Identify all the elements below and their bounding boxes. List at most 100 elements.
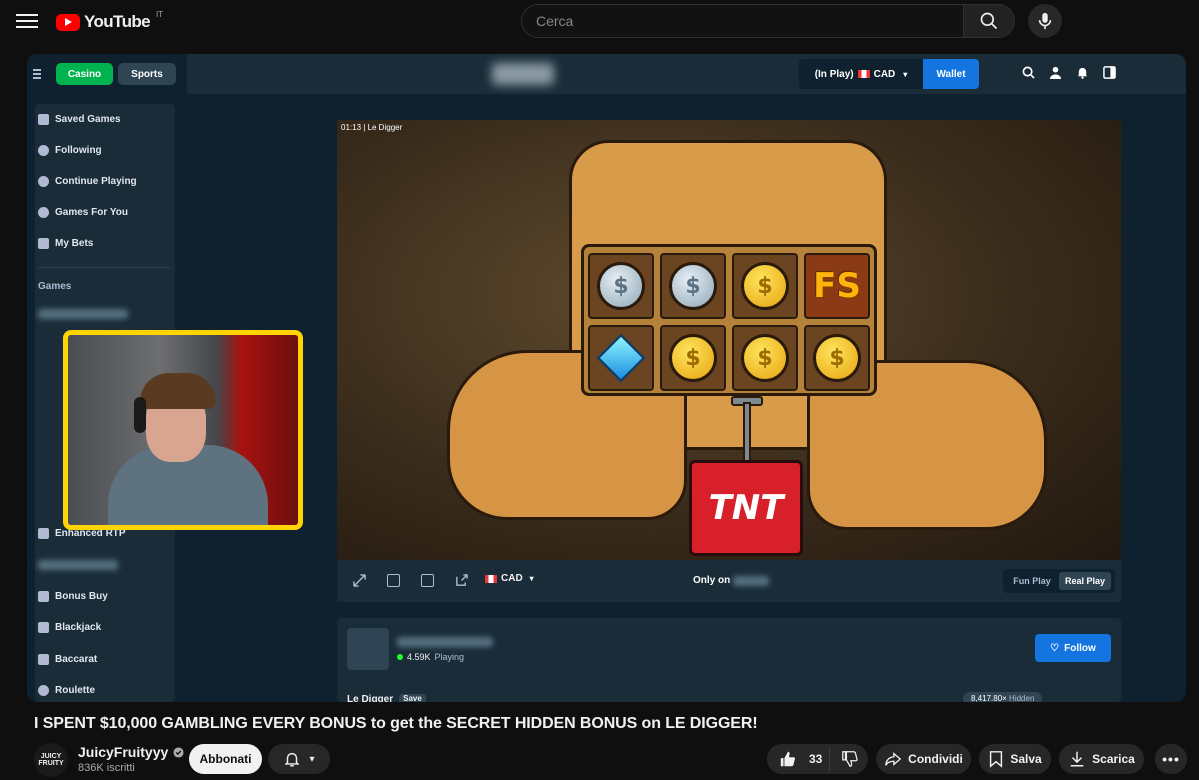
sidebar-item-games-for-you[interactable]: Games For You [38, 207, 128, 218]
tab-sports[interactable]: Sports [118, 63, 176, 85]
save-chip[interactable]: Save [399, 694, 426, 702]
topbar-icons [1022, 66, 1116, 79]
only-on-label: Only on [693, 575, 770, 586]
thumbs-up-icon [780, 751, 796, 767]
sidebar-item-label: Baccarat [55, 654, 98, 665]
dislike-button[interactable] [829, 747, 869, 771]
theatre-mode-icon[interactable] [387, 574, 400, 587]
reel-cell: $ [660, 325, 726, 391]
sidebar-item-following[interactable]: Following [38, 145, 102, 156]
gold-coin-icon: $ [741, 334, 789, 382]
youtube-logo[interactable]: YouTube IT [56, 9, 164, 32]
casino-logo [492, 63, 554, 85]
game-info-panel: 4.59K Playing ♡ Follow Le Digger Save 8,… [337, 618, 1121, 702]
follow-button[interactable]: ♡ Follow [1035, 634, 1111, 662]
search-icon [980, 12, 998, 30]
game-controls-bar: CAD ▾ Only on Fun Play Real Play [337, 560, 1121, 602]
menu-icon[interactable] [33, 69, 41, 81]
sidebar-item-blurred[interactable] [38, 309, 128, 319]
sidebar-item-bonus-buy[interactable]: Bonus Buy [38, 591, 108, 602]
search-input[interactable]: Cerca [521, 4, 964, 38]
sidebar-item-label: Bonus Buy [55, 591, 108, 602]
provider-name [397, 634, 493, 652]
search-icon[interactable] [1022, 66, 1035, 79]
subscriber-count: 836K iscritti [78, 762, 135, 774]
download-icon [1070, 751, 1084, 767]
gift-icon [38, 591, 49, 602]
fun-play-option[interactable]: Fun Play [1007, 572, 1057, 590]
sidebar-item-blackjack[interactable]: Blackjack [38, 622, 101, 633]
game-currency-selector[interactable]: CAD ▾ [485, 573, 534, 584]
sidebar-item-roulette[interactable]: Roulette [38, 685, 95, 696]
playing-count: 4.59K Playing [397, 652, 464, 662]
stats-chart-icon[interactable] [421, 574, 434, 587]
baccarat-icon [38, 654, 49, 665]
currency-selector[interactable]: (In Play) CAD ▾ [799, 59, 923, 89]
channel-avatar[interactable]: JUICY FRUITY [34, 743, 68, 777]
gold-coin-icon: $ [669, 334, 717, 382]
sidebar-item-continue-playing[interactable]: Continue Playing [38, 176, 137, 187]
popout-icon[interactable] [455, 574, 468, 587]
sidebar-item-label: Following [55, 145, 102, 156]
bell-icon [284, 752, 301, 767]
plunger-rod [743, 402, 751, 462]
channel-name[interactable]: JuicyFruityyy [78, 744, 184, 760]
slot-game[interactable]: 01:13 | Le Digger $ $ $ FS $ $ $ TNT [337, 120, 1121, 560]
sidebar-item-saved-games[interactable]: Saved Games [38, 114, 121, 125]
reel-cell: $ [732, 253, 798, 319]
notification-bell-icon[interactable] [1076, 66, 1089, 79]
roulette-icon [38, 685, 49, 696]
play-mode-toggle[interactable]: Fun Play Real Play [1003, 569, 1115, 593]
reel-cell: $ [588, 253, 654, 319]
lock-icon [38, 528, 49, 539]
reel-cell: FS [804, 253, 870, 319]
reel-cell: $ [804, 325, 870, 391]
sidebar-item-baccarat[interactable]: Baccarat [38, 654, 97, 665]
region-code: IT [156, 9, 164, 19]
logo-text: YouTube [84, 12, 151, 31]
sidebar-item-label: Blackjack [55, 622, 102, 633]
chevron-down-icon: ▾ [309, 753, 315, 765]
sidebar-item-label: Roulette [55, 685, 95, 696]
canada-flag-icon [485, 574, 497, 583]
streamer-webcam [63, 330, 303, 530]
gold-coin-icon: $ [813, 334, 861, 382]
sidebar-header: Casino Sports [27, 54, 187, 94]
more-actions-button[interactable]: ••• [1155, 744, 1187, 774]
diamond-icon [596, 333, 646, 383]
save-button[interactable]: Salva [979, 744, 1051, 774]
in-play-label: (In Play) [814, 68, 854, 80]
verified-icon [173, 746, 184, 758]
expand-icon[interactable] [353, 574, 366, 587]
wallet-button[interactable]: Wallet [923, 59, 979, 89]
real-play-option[interactable]: Real Play [1059, 572, 1111, 590]
sidebar-toggle-icon[interactable] [1103, 66, 1116, 79]
tnt-box[interactable]: TNT [689, 460, 803, 556]
reel-grid: $ $ $ FS $ $ $ [581, 244, 877, 396]
sidebar-item-my-bets[interactable]: My Bets [38, 238, 93, 249]
online-dot-icon [397, 654, 403, 660]
subscribe-button[interactable]: Abbonati [189, 744, 262, 774]
download-button[interactable]: Scarica [1059, 744, 1144, 774]
sidebar-item-label: My Bets [55, 238, 94, 249]
currency-label: CAD [501, 573, 523, 584]
tab-casino[interactable]: Casino [56, 63, 113, 85]
voice-search-button[interactable] [1028, 4, 1062, 38]
game-title-row: Le Digger Save [347, 694, 426, 702]
sidebar-item-blurred[interactable] [38, 560, 118, 570]
video-player[interactable]: (In Play) CAD ▾ Wallet Casino Sports Sav… [27, 54, 1186, 702]
mic-icon [1038, 12, 1052, 30]
fs-scatter-icon: FS [813, 266, 861, 306]
share-button[interactable]: Condividi [876, 744, 971, 774]
provider-thumbnail[interactable] [347, 628, 389, 670]
user-icon[interactable] [1049, 66, 1062, 79]
notification-button[interactable]: ▾ [268, 744, 330, 774]
cards-icon [38, 622, 49, 633]
menu-icon[interactable] [16, 11, 38, 33]
gear-icon [38, 207, 49, 218]
bookmark-icon [990, 751, 1003, 768]
sidebar-divider [38, 267, 170, 268]
streamer-hat [140, 373, 216, 409]
reel-cell [588, 325, 654, 391]
search-button[interactable] [963, 4, 1015, 38]
